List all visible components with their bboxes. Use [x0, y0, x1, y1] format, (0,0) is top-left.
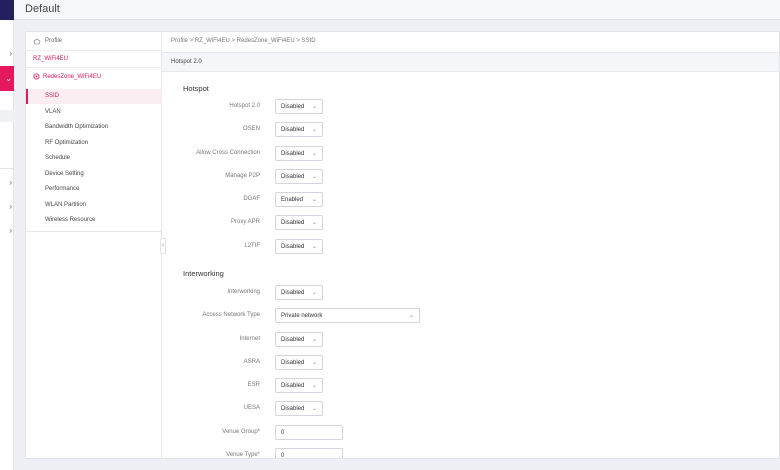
- tree-item-bandwidth-optimization[interactable]: Bandwidth Optimization: [26, 120, 162, 135]
- venue-type-input[interactable]: 0: [275, 448, 343, 459]
- field-label: Internet: [239, 336, 260, 342]
- access-network-type-select[interactable]: Private network ⌄: [275, 308, 420, 323]
- tab-hotspot-2-0[interactable]: Hotspot 2.0: [171, 59, 202, 65]
- field-label: OSEN: [242, 126, 260, 132]
- profile-tree: Profile RZ_WiFi4EU RedesZone_WiFi4EU SSI…: [26, 32, 162, 458]
- tree-item-wireless-resource[interactable]: Wireless Resource: [26, 213, 162, 228]
- profile-icon: [33, 38, 41, 47]
- chevron-down-icon: ⌄: [311, 127, 317, 133]
- hotspot-2-0-select[interactable]: Disabled ⌄: [275, 99, 323, 114]
- tree-item-label: WLAN Partition: [45, 202, 87, 208]
- tree-item-label: Bandwidth Optimization: [45, 124, 109, 130]
- tree-item-label: RF Optimization: [45, 140, 89, 146]
- tree-node-redeszone[interactable]: RedesZone_WiFi4EU: [26, 68, 162, 88]
- chevron-down-icon[interactable]: ⌄: [0, 73, 14, 85]
- field-label: ASRA: [243, 359, 260, 365]
- chevron-down-icon: ⌄: [311, 197, 317, 203]
- tree-divider: [26, 231, 162, 232]
- field-label: L2TIF: [244, 243, 260, 249]
- chevron-down-icon: ⌄: [311, 406, 317, 412]
- left-nav-rail: › ⌄ › › ›: [0, 0, 14, 470]
- chevron-down-icon: ⌄: [408, 313, 414, 319]
- field-label: Manage P2P: [225, 173, 260, 179]
- l2tif-select[interactable]: Disabled ⌄: [275, 239, 323, 254]
- tree-item-label: Schedule: [45, 155, 71, 161]
- chevron-down-icon: ⌄: [311, 151, 317, 157]
- tree-item-performance[interactable]: Performance: [26, 182, 162, 197]
- breadcrumb: Profile > RZ_WiFi4EU > RedesZone_WiFi4EU…: [171, 38, 316, 44]
- section-title-hotspot: Hotspot: [183, 84, 209, 93]
- field-label: Allow Cross Connection: [196, 150, 260, 156]
- internet-select[interactable]: Disabled ⌄: [275, 332, 323, 347]
- page-title: Default: [25, 3, 60, 15]
- proxy-apr-select[interactable]: Disabled ⌄: [275, 215, 323, 230]
- tree-node-label: RedesZone_WiFi4EU: [43, 74, 102, 80]
- allow-cross-connection-select[interactable]: Disabled ⌄: [275, 146, 323, 161]
- field-label: Venue Type*: [226, 452, 260, 458]
- uesa-select[interactable]: Disabled ⌄: [275, 401, 323, 416]
- rail-logo-block: [0, 0, 14, 20]
- wifi-icon: [33, 73, 40, 82]
- tree-item-wlan-partition[interactable]: WLAN Partition: [26, 198, 162, 213]
- chevron-down-icon: ⌄: [311, 290, 317, 296]
- tree-node-rz-wifi4eu[interactable]: RZ_WiFi4EU: [33, 56, 68, 62]
- rail-item: [0, 110, 14, 122]
- esr-select[interactable]: Disabled ⌄: [275, 378, 323, 393]
- tree-item-label: Device Setting: [45, 171, 84, 177]
- tree-item-device-setting[interactable]: Device Setting: [26, 167, 162, 182]
- tree-item-rf-optimization[interactable]: RF Optimization: [26, 136, 162, 151]
- chevron-down-icon: ⌄: [311, 360, 317, 366]
- field-label: Venue Group*: [222, 429, 260, 435]
- tree-profile-row[interactable]: Profile: [26, 32, 162, 51]
- venue-group-input[interactable]: 0: [275, 425, 343, 440]
- field-label: Access Network Type: [202, 312, 260, 318]
- chevron-right-icon[interactable]: ›: [0, 225, 14, 237]
- field-label: ESR: [247, 382, 260, 388]
- chevron-right-icon[interactable]: ›: [0, 177, 14, 189]
- field-label: Proxy APR: [230, 219, 260, 225]
- page-header: Default: [14, 0, 780, 20]
- tree-item-label: VLAN: [45, 109, 61, 115]
- tree-item-label: Performance: [45, 186, 80, 192]
- chevron-right-icon[interactable]: ›: [0, 48, 14, 60]
- tree-item-label: SSID: [45, 93, 60, 99]
- field-label: Interworking: [227, 289, 260, 295]
- manage-p2p-select[interactable]: Disabled ⌄: [275, 169, 323, 184]
- interworking-select[interactable]: Disabled ⌄: [275, 285, 323, 300]
- section-title-interworking: Interworking: [183, 269, 224, 278]
- dgaf-select[interactable]: Enabled ⌄: [275, 192, 323, 207]
- chevron-down-icon: ⌄: [311, 244, 317, 250]
- field-label: UESA: [243, 405, 260, 411]
- field-label: Hotspot 2.0: [229, 103, 260, 109]
- chevron-right-icon[interactable]: ›: [0, 201, 14, 213]
- chevron-down-icon: ⌄: [311, 220, 317, 226]
- field-label: DGAF: [243, 196, 260, 202]
- tab-bar: Hotspot 2.0: [162, 52, 779, 72]
- tree-item-vlan[interactable]: VLAN: [26, 105, 162, 120]
- settings-content: Hotspot 2.0 Hotspot Hotspot 2.0 Disabled…: [162, 52, 779, 459]
- main-card: Profile RZ_WiFi4EU RedesZone_WiFi4EU SSI…: [25, 31, 780, 459]
- rail-active-item[interactable]: ⌄: [0, 66, 14, 91]
- rail-divider: [0, 168, 14, 169]
- chevron-down-icon: ⌄: [311, 174, 317, 180]
- tree-item-schedule[interactable]: Schedule: [26, 151, 162, 166]
- tree-profile-label: Profile: [45, 38, 63, 44]
- chevron-down-icon: ⌄: [311, 104, 317, 110]
- tree-item-label: Wireless Resource: [45, 217, 96, 223]
- chevron-down-icon: ⌄: [311, 337, 317, 343]
- chevron-down-icon: ⌄: [311, 383, 317, 389]
- tree-item-ssid[interactable]: SSID: [26, 89, 162, 104]
- asra-select[interactable]: Disabled ⌄: [275, 355, 323, 370]
- osen-select[interactable]: Disabled ⌄: [275, 122, 323, 137]
